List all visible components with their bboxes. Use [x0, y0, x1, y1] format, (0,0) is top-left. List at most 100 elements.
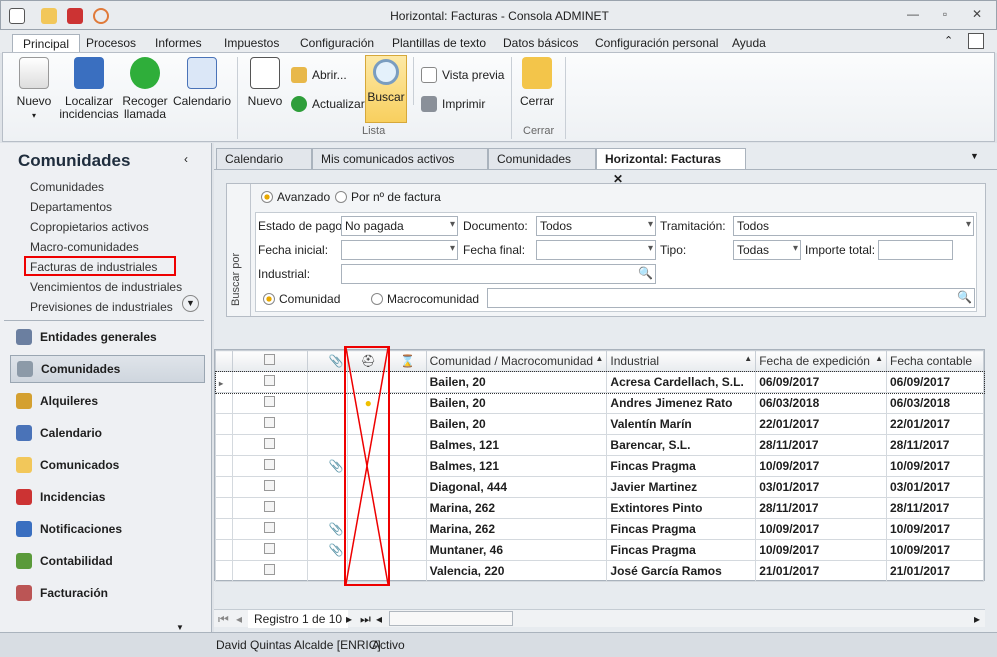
documento-select[interactable]: Todos: [536, 216, 656, 236]
scroll-left-button[interactable]: ◂: [376, 612, 382, 626]
collapse-ribbon-icon[interactable]: ⌃: [944, 34, 953, 47]
link-macro-comunidades[interactable]: Macro-comunidades: [30, 240, 139, 254]
doc-tab-comunidades[interactable]: Comunidades: [488, 148, 596, 170]
fecha-expedicion-cell[interactable]: 28/11/2017: [755, 434, 887, 456]
actualizar-button[interactable]: Actualizar: [291, 96, 365, 112]
hourglass-cell[interactable]: [388, 413, 427, 435]
scroll-down-button[interactable]: ▼: [182, 295, 199, 312]
fecha-inicial-input[interactable]: [341, 240, 458, 260]
imprimir-button[interactable]: Imprimir: [421, 96, 485, 112]
tab-impuestos[interactable]: Impuestos: [214, 34, 289, 53]
fecha-contable-cell[interactable]: 22/01/2017: [886, 413, 984, 435]
hourglass-cell[interactable]: [388, 392, 427, 414]
fecha-contable-cell[interactable]: 28/11/2017: [886, 497, 984, 519]
radio-num-factura[interactable]: Por nº de factura: [335, 190, 441, 204]
nav-entidades-generales[interactable]: Entidades generales: [10, 323, 205, 351]
checkbox[interactable]: [264, 522, 276, 533]
row-indicator[interactable]: [215, 497, 233, 519]
hourglass-cell[interactable]: [388, 455, 427, 477]
radio-comunidad[interactable]: Comunidad: [263, 292, 340, 306]
nuevo-button[interactable]: Nuevo ▾: [13, 57, 55, 122]
table-row[interactable]: 📎 Balmes, 121 Fincas Pragma 10/09/2017 10/09…: [215, 455, 984, 477]
row-checkbox[interactable]: [231, 476, 308, 498]
doc-tab-calendario[interactable]: Calendario: [216, 148, 312, 170]
comunidad-cell[interactable]: Marina, 262: [425, 497, 608, 519]
checkbox[interactable]: [264, 375, 276, 386]
link-copropietarios[interactable]: Copropietarios activos: [30, 220, 149, 234]
first-record-button[interactable]: ⏮: [218, 612, 229, 627]
industrial-cell[interactable]: Extintores Pinto: [606, 497, 757, 519]
estado-select[interactable]: No pagada: [341, 216, 458, 236]
comunidad-cell[interactable]: Bailen, 20: [425, 392, 608, 414]
row-checkbox[interactable]: [231, 518, 308, 540]
fecha-contable-cell[interactable]: 28/11/2017: [886, 434, 984, 456]
fecha-contable-cell[interactable]: 10/09/2017: [886, 539, 984, 561]
comunidad-cell[interactable]: Diagonal, 444: [425, 476, 608, 498]
doc-tab-comunicados[interactable]: Mis comunicados activos: [312, 148, 488, 170]
link-facturas-industriales[interactable]: Facturas de industriales: [30, 260, 157, 274]
industrial-cell[interactable]: Acresa Cardellach, S.L.: [606, 371, 757, 393]
nav-facturacion[interactable]: Facturación: [10, 579, 205, 607]
attachment-cell[interactable]: 📎: [306, 518, 348, 540]
nav-comunidades[interactable]: Comunidades: [10, 355, 205, 383]
hourglass-cell[interactable]: [388, 434, 427, 456]
search-icon[interactable]: 🔍: [638, 266, 653, 280]
row-checkbox[interactable]: [231, 497, 308, 519]
industrial-cell[interactable]: Andres Jimenez Rato: [606, 392, 757, 414]
table-row[interactable]: Bailen, 20 Valentín Marín 22/01/2017 22/01/…: [215, 413, 984, 435]
fecha-contable-cell[interactable]: 03/01/2017: [886, 476, 984, 498]
industrial-input[interactable]: 🔍: [341, 264, 656, 284]
industrial-cell[interactable]: Fincas Pragma: [606, 539, 757, 561]
fecha-contable-cell[interactable]: 10/09/2017: [886, 518, 984, 540]
nav-incidencias[interactable]: Incidencias: [10, 483, 205, 511]
tab-datos-basicos[interactable]: Datos básicos: [493, 34, 588, 53]
industrial-cell[interactable]: Fincas Pragma: [606, 518, 757, 540]
industrial-cell[interactable]: José García Ramos: [606, 560, 757, 582]
table-row[interactable]: Diagonal, 444 Javier Martinez 03/01/2017 03…: [215, 476, 984, 498]
link-comunidades[interactable]: Comunidades: [30, 180, 104, 194]
next-record-button[interactable]: ▸: [346, 612, 352, 626]
col-fecha-contable[interactable]: Fecha contable: [886, 350, 984, 372]
fecha-contable-cell[interactable]: 10/09/2017: [886, 455, 984, 477]
nav-calendario[interactable]: Calendario: [10, 419, 205, 447]
checkbox[interactable]: [264, 543, 276, 554]
checkbox[interactable]: [264, 459, 276, 470]
row-indicator[interactable]: [215, 518, 233, 540]
checkbox[interactable]: [264, 480, 276, 491]
row-checkbox[interactable]: [231, 371, 308, 393]
nav-comunicados[interactable]: Comunicados: [10, 451, 205, 479]
fecha-expedicion-cell[interactable]: 10/09/2017: [755, 518, 887, 540]
search-icon[interactable]: 🔍: [957, 290, 972, 304]
prev-record-button[interactable]: ◂: [236, 612, 242, 626]
fecha-expedicion-cell[interactable]: 10/09/2017: [755, 455, 887, 477]
recoger-llamada-button[interactable]: Recoger llamada: [121, 57, 169, 121]
table-row[interactable]: Balmes, 121 Barencar, S.L. 28/11/2017 28/11…: [215, 434, 984, 456]
nav-notificaciones[interactable]: Notificaciones: [10, 515, 205, 543]
hourglass-cell[interactable]: [388, 476, 427, 498]
tab-plantillas[interactable]: Plantillas de texto: [382, 34, 496, 53]
checkbox[interactable]: [264, 417, 276, 428]
select-all-header[interactable]: [231, 350, 308, 372]
row-checkbox[interactable]: [231, 392, 308, 414]
doc-tab-facturas[interactable]: Horizontal: Facturas ✕: [596, 148, 746, 186]
tab-configuracion[interactable]: Configuración: [290, 34, 384, 53]
localizar-incidencias-button[interactable]: Localizar incidencias: [57, 57, 121, 121]
checkbox[interactable]: [264, 564, 276, 575]
tab-principal[interactable]: Principal: [12, 34, 81, 53]
row-checkbox[interactable]: [231, 560, 308, 582]
minimize-button[interactable]: —: [903, 7, 923, 23]
attachment-header[interactable]: 📎: [306, 350, 348, 372]
fecha-expedicion-cell[interactable]: 28/11/2017: [755, 497, 887, 519]
cerrar-button[interactable]: Cerrar: [517, 57, 557, 108]
fecha-expedicion-cell[interactable]: 21/01/2017: [755, 560, 887, 582]
nav-contabilidad[interactable]: Contabilidad: [10, 547, 205, 575]
maximize-button[interactable]: ▫: [935, 7, 955, 23]
comunidad-cell[interactable]: Balmes, 121: [425, 455, 608, 477]
hourglass-cell[interactable]: [388, 497, 427, 519]
hourglass-cell[interactable]: [388, 371, 427, 393]
hourglass-cell[interactable]: [388, 518, 427, 540]
attachment-cell[interactable]: [306, 497, 348, 519]
fecha-expedicion-cell[interactable]: 10/09/2017: [755, 539, 887, 561]
fecha-expedicion-cell[interactable]: 03/01/2017: [755, 476, 887, 498]
table-row[interactable]: ● Bailen, 20 Andres Jimenez Rato 06/03/2018…: [215, 392, 984, 414]
